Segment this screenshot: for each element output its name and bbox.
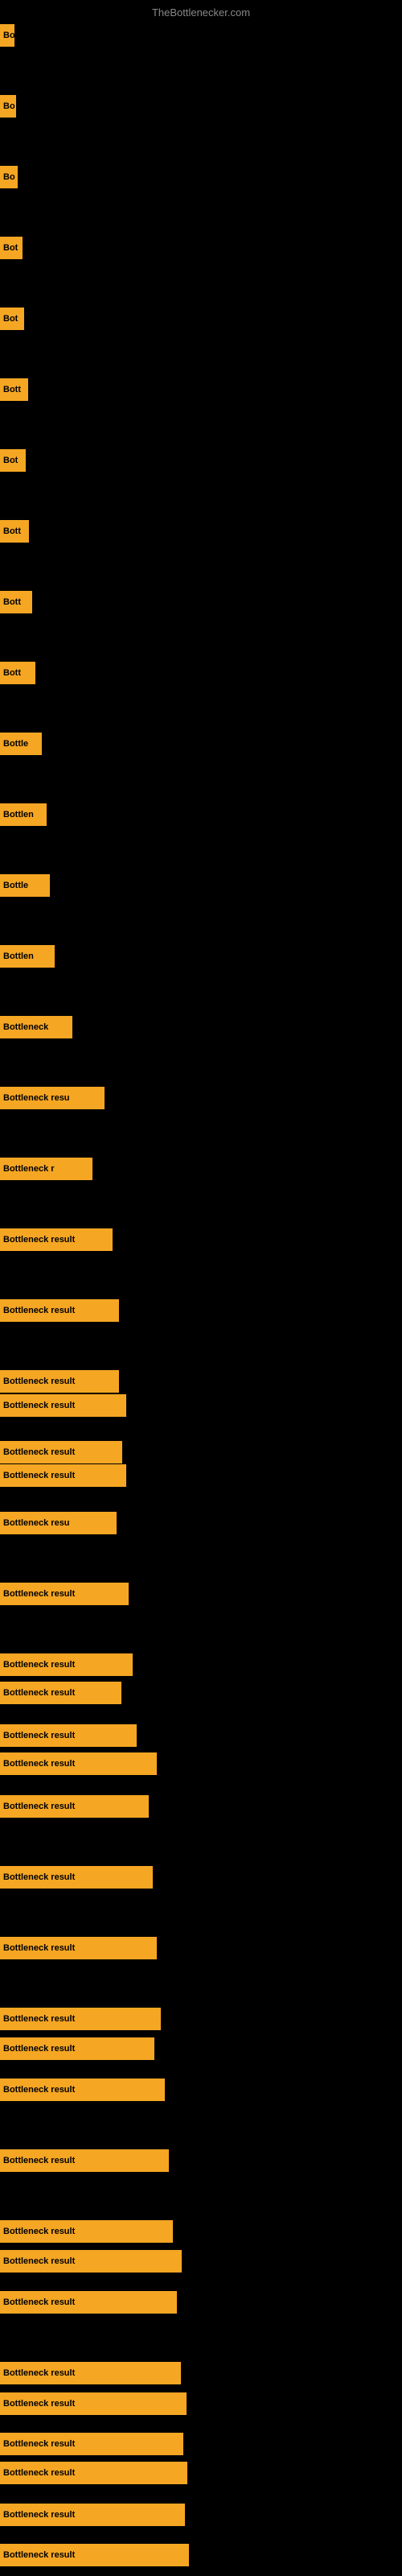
- bar-label: Bottleneck result: [3, 1306, 75, 1315]
- bar-label: Bottleneck result: [3, 2227, 75, 2236]
- bar-label: Bottleneck result: [3, 2014, 75, 2024]
- bar-item: Bottleneck result: [0, 1299, 119, 1322]
- bar-item: Bottleneck resu: [0, 1512, 117, 1534]
- bar-label: Bot: [3, 314, 18, 324]
- bar-label: Bottleneck result: [3, 1943, 75, 1953]
- bar-label: Bottleneck result: [3, 2297, 75, 2307]
- bar-item: Bottleneck result: [0, 1228, 113, 1251]
- bar-item: Bottleneck result: [0, 1370, 119, 1393]
- bar-label: Bottleneck resu: [3, 1093, 70, 1103]
- bar-label: Bottleneck resu: [3, 1518, 70, 1528]
- bar-item: Bottleneck result: [0, 1866, 153, 1889]
- site-title: TheBottlenecker.com: [152, 6, 250, 19]
- bar-label: Bottlen: [3, 810, 34, 819]
- bar-item: Bottleneck resu: [0, 1087, 105, 1109]
- bar-item: Bottleneck result: [0, 1682, 121, 1704]
- bar-label: Bottleneck result: [3, 2256, 75, 2266]
- bar-item: Bottleneck result: [0, 2079, 165, 2101]
- bar-label: Bottleneck result: [3, 1235, 75, 1245]
- bar-item: Bottleneck r: [0, 1158, 92, 1180]
- bar-item: Bottleneck result: [0, 1937, 157, 1959]
- bar-label: Bottleneck result: [3, 1660, 75, 1670]
- bar-item: Bottleneck result: [0, 1394, 126, 1417]
- bar-item: Bot: [0, 449, 26, 472]
- bar-label: Bottleneck result: [3, 2468, 75, 2478]
- bar-label: Bottleneck result: [3, 1759, 75, 1769]
- bar-label: Bottleneck result: [3, 1802, 75, 1811]
- bar-item: Bott: [0, 662, 35, 684]
- bar-item: Bottle: [0, 733, 42, 755]
- bar-item: Bott: [0, 591, 32, 613]
- bar-label: Bottleneck result: [3, 1447, 75, 1457]
- bar-item: Bottleneck result: [0, 2362, 181, 2384]
- bar-item: Bottleneck result: [0, 2291, 177, 2314]
- bar-label: Bottleneck result: [3, 2439, 75, 2449]
- bar-label: Bottleneck result: [3, 2399, 75, 2409]
- bar-item: Bottleneck result: [0, 1583, 129, 1605]
- bar-item: Bottleneck result: [0, 2037, 154, 2060]
- bar-label: Bot: [3, 243, 18, 253]
- bar-label: Bot: [3, 456, 18, 465]
- bar-item: Bott: [0, 378, 28, 401]
- bar-item: Bo: [0, 166, 18, 188]
- bar-item: Bottleneck: [0, 1016, 72, 1038]
- bar-label: Bottlen: [3, 952, 34, 961]
- bar-item: Bottleneck result: [0, 1752, 157, 1775]
- bar-item: Bottleneck result: [0, 2504, 185, 2526]
- bar-item: Bo: [0, 95, 16, 118]
- bar-item: Bottleneck result: [0, 1464, 126, 1487]
- bar-label: Bottleneck result: [3, 2368, 75, 2378]
- bar-label: Bo: [3, 31, 14, 40]
- bar-item: Bottlen: [0, 803, 47, 826]
- bar-label: Bott: [3, 526, 21, 536]
- bar-item: Bo: [0, 24, 14, 47]
- bar-item: Bottleneck result: [0, 2544, 189, 2566]
- bar-item: Bottleneck result: [0, 2462, 187, 2484]
- bar-item: Bottleneck result: [0, 1653, 133, 1676]
- bar-label: Bottleneck result: [3, 1377, 75, 1386]
- bar-label: Bo: [3, 101, 15, 111]
- bar-label: Bottleneck result: [3, 1589, 75, 1599]
- bar-item: Bott: [0, 520, 29, 543]
- bar-label: Bottle: [3, 881, 28, 890]
- bar-item: Bot: [0, 237, 23, 259]
- bar-item: Bottleneck result: [0, 2008, 161, 2030]
- bar-label: Bottleneck result: [3, 1731, 75, 1740]
- bar-label: Bottleneck result: [3, 1471, 75, 1480]
- bar-label: Bottleneck r: [3, 1164, 55, 1174]
- bar-item: Bottleneck result: [0, 2433, 183, 2455]
- bar-label: Bottleneck result: [3, 2550, 75, 2560]
- bar-label: Bo: [3, 172, 15, 182]
- bar-item: Bottleneck result: [0, 1441, 122, 1463]
- bar-label: Bottleneck result: [3, 2085, 75, 2095]
- bar-label: Bottleneck result: [3, 1872, 75, 1882]
- bar-item: Bottleneck result: [0, 2392, 187, 2415]
- bar-label: Bottleneck result: [3, 2044, 75, 2054]
- bar-label: Bott: [3, 668, 21, 678]
- bar-label: Bottleneck result: [3, 2510, 75, 2520]
- bar-label: Bott: [3, 385, 21, 394]
- bar-item: Bottleneck result: [0, 1795, 149, 1818]
- bar-item: Bot: [0, 308, 24, 330]
- bar-label: Bottleneck result: [3, 1401, 75, 1410]
- bar-item: Bottleneck result: [0, 2149, 169, 2172]
- bar-label: Bottle: [3, 739, 28, 749]
- bar-label: Bottleneck result: [3, 1688, 75, 1698]
- bar-item: Bottleneck result: [0, 1724, 137, 1747]
- bar-item: Bottle: [0, 874, 50, 897]
- bar-label: Bott: [3, 597, 21, 607]
- bar-label: Bottleneck result: [3, 2156, 75, 2165]
- bar-label: Bottleneck: [3, 1022, 48, 1032]
- bar-item: Bottleneck result: [0, 2220, 173, 2243]
- bar-item: Bottleneck result: [0, 2250, 182, 2273]
- bar-item: Bottlen: [0, 945, 55, 968]
